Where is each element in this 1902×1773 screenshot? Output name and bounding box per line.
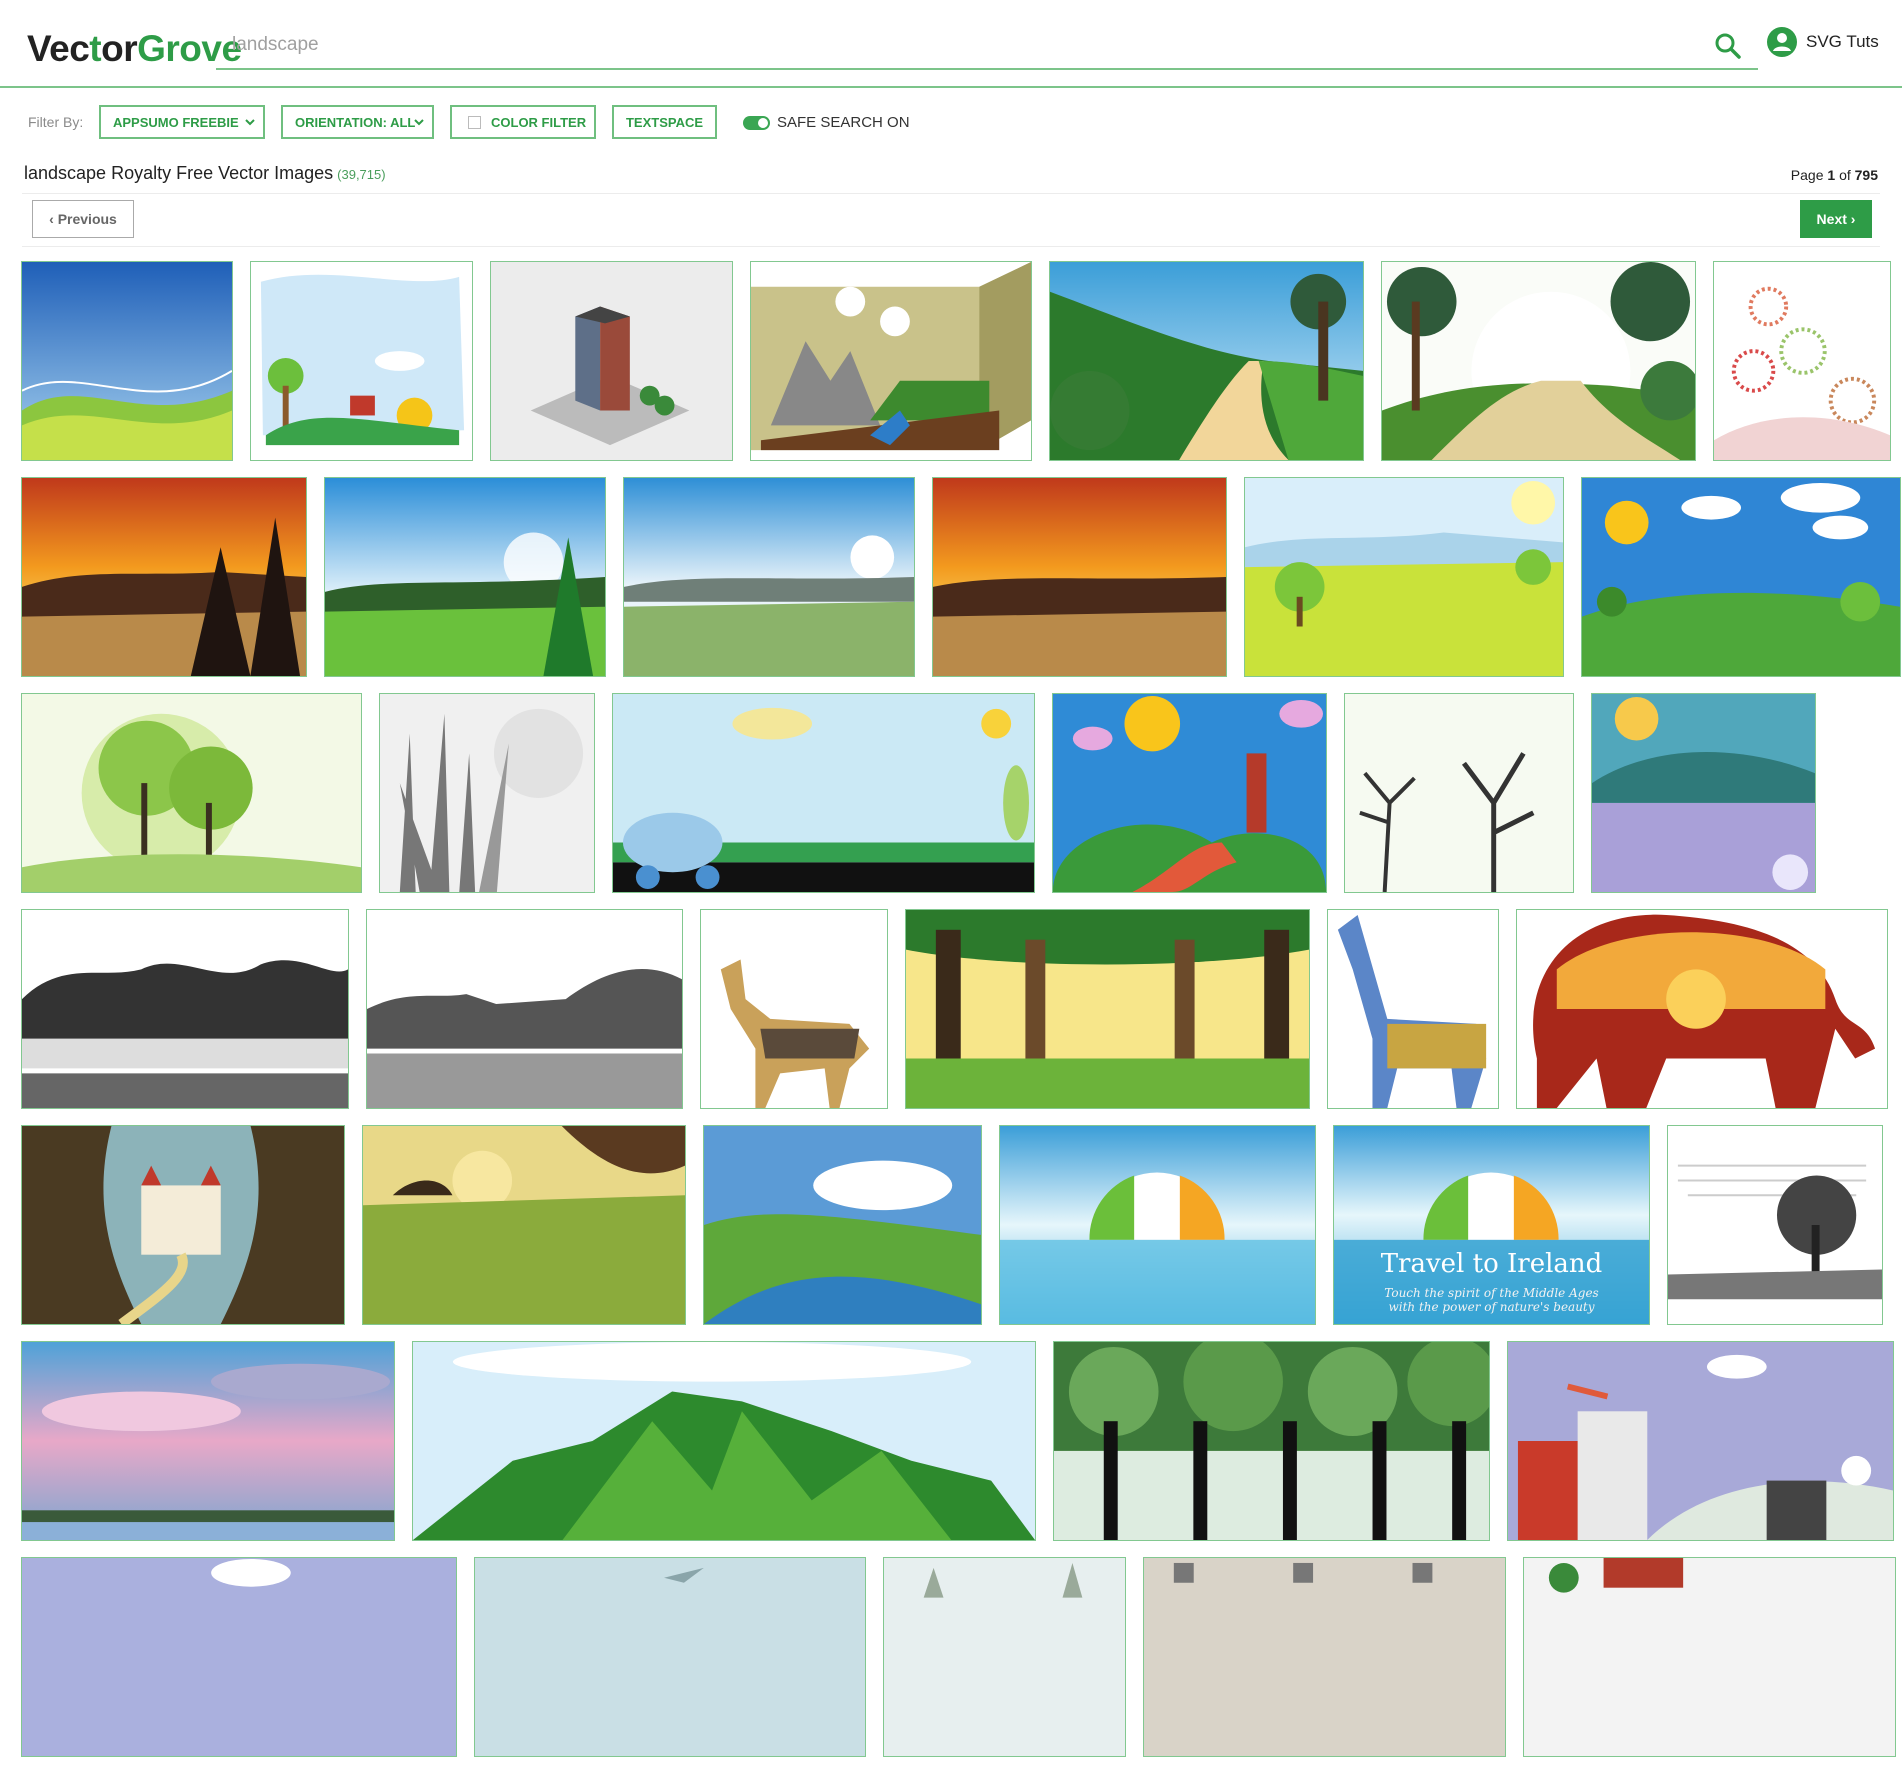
image-thumbnail[interactable] [999, 1125, 1316, 1325]
image-thumbnail[interactable] [703, 1125, 982, 1325]
image-thumbnail[interactable] [1581, 477, 1901, 677]
site-header: VectorGrove SVG Tuts [0, 0, 1902, 88]
image-thumbnail[interactable] [1053, 1341, 1490, 1541]
appsumo-freebie-select[interactable]: APPSUMO FREEBIE [99, 105, 265, 139]
image-thumbnail[interactable] [612, 693, 1035, 893]
image-thumbnail[interactable] [750, 261, 1032, 461]
image-thumbnail[interactable] [362, 1125, 686, 1325]
image-thumbnail[interactable] [932, 477, 1227, 677]
image-thumbnail[interactable] [21, 261, 233, 461]
color-filter-checkbox[interactable] [468, 115, 481, 129]
image-thumbnail[interactable] [700, 909, 888, 1109]
image-thumbnail[interactable] [21, 1341, 395, 1541]
image-thumbnail[interactable] [21, 1125, 345, 1325]
image-thumbnail[interactable] [1507, 1341, 1894, 1541]
image-grid: Travel to Ireland Touch the spirit of th… [21, 261, 1901, 1773]
image-thumbnail[interactable] [324, 477, 606, 677]
image-row [21, 1341, 1894, 1541]
image-thumbnail[interactable] [905, 909, 1310, 1109]
image-thumbnail[interactable] [1052, 693, 1327, 893]
page-indicator: Page 1 of 795 [1790, 167, 1878, 183]
user-menu[interactable]: SVG Tuts [1766, 26, 1879, 58]
user-avatar-icon [1766, 26, 1798, 58]
image-thumbnail[interactable] [379, 693, 595, 893]
image-thumbnail[interactable] [21, 1557, 457, 1757]
toggle-switch[interactable] [743, 115, 770, 130]
image-thumbnail[interactable] [1713, 261, 1891, 461]
previous-page-button[interactable]: ‹ Previous [32, 200, 134, 238]
safe-search-toggle[interactable]: SAFE SEARCH ON [743, 114, 910, 131]
image-thumbnail[interactable] [21, 693, 362, 893]
image-thumbnail[interactable]: Travel to Ireland Touch the spirit of th… [1333, 1125, 1650, 1325]
image-row [21, 693, 1883, 893]
thumbnail-title: Travel to Ireland [1380, 1249, 1603, 1279]
image-thumbnail[interactable] [883, 1557, 1126, 1757]
thumbnail-subtitle: Touch the spirit of the Middle Ages with … [1384, 1286, 1599, 1314]
image-thumbnail[interactable] [1049, 261, 1364, 461]
image-row [21, 261, 1891, 461]
divider [22, 193, 1880, 194]
image-thumbnail[interactable] [1591, 693, 1816, 893]
image-row: Travel to Ireland Touch the spirit of th… [21, 1125, 1883, 1325]
image-thumbnail[interactable] [21, 477, 307, 677]
next-page-button[interactable]: Next › [1800, 200, 1872, 238]
image-row [21, 1557, 1896, 1757]
image-thumbnail[interactable] [21, 909, 349, 1109]
search-icon[interactable] [1712, 30, 1744, 62]
image-thumbnail[interactable] [1244, 477, 1564, 677]
image-thumbnail[interactable] [412, 1341, 1036, 1541]
image-thumbnail[interactable] [1327, 909, 1499, 1109]
search-bar [216, 22, 1758, 70]
image-thumbnail[interactable] [490, 261, 733, 461]
results-title: landscape Royalty Free Vector Images (39,… [24, 163, 386, 183]
image-thumbnail[interactable] [250, 261, 473, 461]
divider [22, 246, 1880, 247]
chevron-down-icon [245, 119, 255, 126]
user-name: SVG Tuts [1806, 32, 1879, 51]
results-count: (39,715) [337, 167, 386, 182]
image-thumbnail[interactable] [1344, 693, 1574, 893]
image-thumbnail[interactable] [1143, 1557, 1506, 1757]
image-row [21, 477, 1901, 677]
image-row [21, 909, 1888, 1109]
textspace-button[interactable]: TEXTSPACE [612, 105, 717, 139]
image-thumbnail[interactable] [474, 1557, 866, 1757]
chevron-down-icon [414, 119, 424, 126]
image-thumbnail[interactable] [1516, 909, 1888, 1109]
image-thumbnail[interactable] [1381, 261, 1696, 461]
search-input[interactable] [230, 28, 1684, 62]
image-thumbnail[interactable] [1667, 1125, 1883, 1325]
orientation-select[interactable]: ORIENTATION: ALL [281, 105, 434, 139]
color-filter-button[interactable]: COLOR FILTER [450, 105, 596, 139]
image-thumbnail[interactable] [366, 909, 683, 1109]
image-thumbnail[interactable] [1523, 1557, 1896, 1757]
site-logo[interactable]: VectorGrove [27, 28, 242, 70]
filter-by-label: Filter By: [28, 114, 84, 130]
image-thumbnail[interactable] [623, 477, 915, 677]
